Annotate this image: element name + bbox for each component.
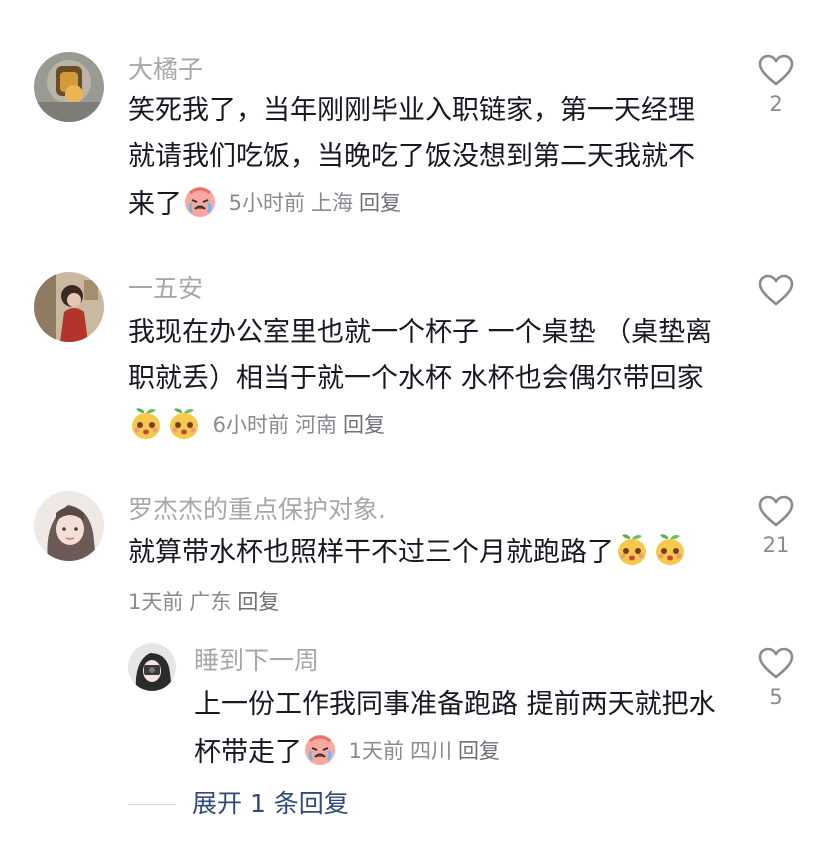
- avatar[interactable]: [34, 272, 104, 342]
- username[interactable]: 一五安: [128, 273, 203, 305]
- comment-text-block: 我现在办公室里也就一个杯子 一个桌垫 （桌垫离职就丢）相当于就一个水杯 水杯也会…: [128, 310, 718, 450]
- username[interactable]: 大橘子: [128, 54, 203, 86]
- comment-meta: 1天前 广东 回复: [128, 586, 279, 616]
- reply-button[interactable]: 回复: [458, 739, 500, 763]
- comment-time: 5小时前: [228, 191, 305, 215]
- comment-meta: 1天前 四川 回复: [349, 739, 500, 763]
- comment-meta: 5小时前 上海 回复: [229, 191, 401, 215]
- comment-text-block: 笑死我了，当年刚刚毕业入职链家，第一天经理就请我们吃饭，当晚吃了饭没想到第二天我…: [128, 88, 718, 228]
- crying-face-icon: [182, 183, 218, 219]
- divider: [128, 804, 176, 805]
- reply-button[interactable]: 回复: [237, 590, 279, 614]
- like-control[interactable]: 21: [746, 495, 806, 557]
- username[interactable]: 罗杰杰的重点保护对象.: [128, 494, 386, 526]
- comment-location: 广东: [189, 590, 232, 614]
- mango-face-icon: [128, 405, 164, 441]
- mango-face-icon: [166, 405, 202, 441]
- mango-face-icon: [614, 531, 650, 567]
- comment-text: 我现在办公室里也就一个杯子 一个桌垫 （桌垫离职就丢）相当于就一个水杯 水杯也会…: [128, 317, 713, 394]
- comment-location: 四川: [409, 739, 452, 763]
- heart-icon[interactable]: [758, 647, 794, 679]
- like-control[interactable]: 2: [746, 54, 806, 116]
- like-count: 2: [769, 92, 783, 116]
- heart-icon[interactable]: [758, 54, 794, 86]
- reply-button[interactable]: 回复: [343, 413, 385, 437]
- crying-face-icon: [302, 731, 338, 767]
- like-control[interactable]: [746, 274, 806, 312]
- username[interactable]: 睡到下一周: [194, 645, 319, 677]
- expand-replies-button[interactable]: 展开 1 条回复: [192, 786, 349, 822]
- avatar[interactable]: [34, 52, 104, 122]
- comment-text-block: 就算带水杯也照样干不过三个月就跑路了: [128, 530, 738, 576]
- comment-location: 上海: [310, 191, 353, 215]
- heart-icon[interactable]: [758, 495, 794, 527]
- reply-button[interactable]: 回复: [359, 191, 401, 215]
- avatar[interactable]: [128, 643, 176, 691]
- comment-time: 1天前: [128, 590, 184, 614]
- comment-text-block: 上一份工作我同事准备跑路 提前两天就把水杯带走了 1天前 四川 回复: [194, 682, 724, 776]
- like-control[interactable]: 5: [746, 647, 806, 709]
- like-count: 21: [762, 533, 790, 557]
- heart-icon[interactable]: [758, 274, 794, 306]
- avatar[interactable]: [34, 491, 104, 561]
- comment-location: 河南: [294, 413, 337, 437]
- mango-face-icon: [652, 531, 688, 567]
- comment-time: 1天前: [348, 739, 404, 763]
- comment-text: 就算带水杯也照样干不过三个月就跑路了: [128, 537, 614, 568]
- like-count: 5: [769, 685, 783, 709]
- comment-meta: 6小时前 河南 回复: [213, 413, 385, 437]
- comment-time: 6小时前: [212, 413, 289, 437]
